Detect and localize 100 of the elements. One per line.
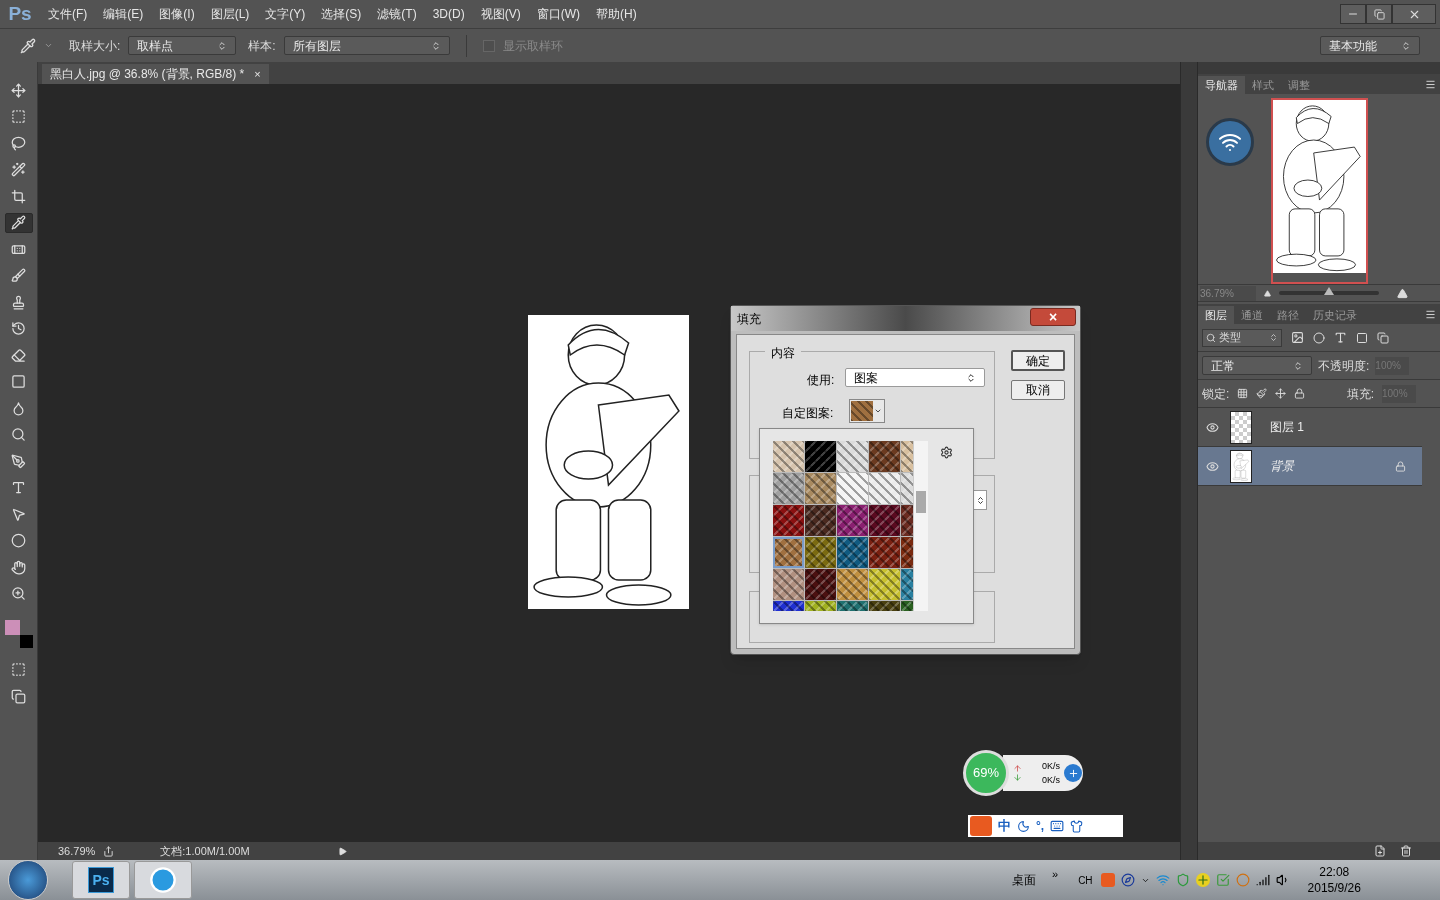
slider-thumb[interactable] [1324,287,1334,295]
minimize-button[interactable] [1340,4,1366,24]
compass-icon[interactable] [1120,873,1135,887]
taskbar-app-button[interactable] [134,861,192,899]
visibility-icon[interactable] [1205,420,1219,434]
plus-icon[interactable] [1195,873,1210,887]
panel-menu-icon[interactable] [1425,79,1436,90]
pattern-swatch[interactable] [805,569,836,600]
adjustment-icon[interactable] [1313,331,1325,344]
move-icon[interactable] [1275,388,1287,399]
clock[interactable]: 22:08 2015/9/26 [1307,864,1361,896]
pattern-swatch[interactable] [805,537,836,568]
tab-close-button[interactable]: × [254,65,261,83]
pattern-swatch[interactable] [869,473,900,504]
cancel-button[interactable]: 取消 [1011,380,1065,400]
pattern-swatch[interactable] [773,537,804,568]
lock-icon[interactable] [1294,388,1306,399]
brush-icon[interactable] [1256,388,1268,399]
scrollbar[interactable] [913,441,928,611]
signal-icon[interactable] [1255,873,1270,887]
caret-icon[interactable] [44,41,53,50]
settings-icon[interactable] [940,446,953,459]
type-icon[interactable] [1334,331,1347,344]
menu-item[interactable]: 窗口(W) [528,5,588,23]
share-icon[interactable] [103,845,115,857]
pattern-picker[interactable] [849,399,885,423]
smart-object-icon[interactable] [1377,331,1389,344]
screen-mode-icon[interactable] [11,689,26,704]
language-indicator[interactable]: CH [1078,872,1093,888]
shirt-icon[interactable] [1070,819,1084,833]
zoom-in-icon[interactable] [1397,287,1408,299]
zoom-out-icon[interactable] [1264,289,1271,297]
pattern-swatch[interactable] [805,441,836,472]
check-icon[interactable] [1215,873,1230,887]
visibility-icon[interactable] [1205,459,1219,473]
new-layer-icon[interactable] [1374,845,1386,857]
moon-icon[interactable] [1017,819,1030,833]
pattern-swatch[interactable] [837,441,868,472]
pattern-swatch[interactable] [869,441,900,472]
pattern-swatch[interactable] [869,537,900,568]
pattern-swatch[interactable] [837,569,868,600]
layer-row[interactable]: 背景 [1198,447,1422,486]
panel-tab[interactable]: 路径 [1270,306,1306,324]
image-icon[interactable] [1291,331,1304,344]
restore-button[interactable] [1366,4,1392,24]
taskbar-app-button[interactable]: Ps [72,861,130,899]
panel-tab[interactable]: 图层 [1198,306,1234,324]
close-button[interactable] [1392,4,1436,24]
pattern-swatch[interactable] [837,473,868,504]
tool-button[interactable] [4,212,33,233]
pattern-swatch[interactable] [773,441,804,472]
panel-tab[interactable]: 样式 [1245,76,1281,94]
keyboard-icon[interactable] [1050,819,1065,833]
layer-filter-select[interactable]: 类型 [1202,328,1282,347]
pattern-swatch[interactable] [869,505,900,536]
workspace-select[interactable]: 基本功能 [1320,36,1420,55]
layer-row[interactable]: 图层 1 [1198,408,1422,447]
pattern-swatch[interactable] [869,569,900,600]
foreground-color-swatch[interactable] [4,620,20,635]
menu-item[interactable]: 滤镜(T) [369,5,425,23]
start-button[interactable] [8,860,48,900]
use-select[interactable]: 图案 [845,368,985,387]
blend-mode-select[interactable]: 正常 [1202,356,1312,375]
sample-size-select[interactable]: 取样点 [128,36,237,55]
quick-mask-icon[interactable] [11,662,26,677]
pattern-swatch[interactable] [773,473,804,504]
panel-tab[interactable]: 通道 [1234,306,1270,324]
lock-pixels-icon[interactable] [1237,388,1249,399]
pattern-swatch[interactable] [837,505,868,536]
punctuation-toggle[interactable]: °, [1036,817,1045,835]
menu-item[interactable]: 图像(I) [151,5,203,23]
play-icon[interactable] [337,846,347,856]
dialog-close-button[interactable]: × [1030,307,1076,326]
ime-mode[interactable]: 中 [998,816,1011,836]
desktop-toolbar-label[interactable]: 桌面 [1012,871,1036,889]
menu-item[interactable]: 图层(L) [202,5,258,23]
eyedropper-icon[interactable] [20,37,36,54]
menu-item[interactable]: 编辑(E) [95,5,152,23]
more-chevron[interactable]: » [1052,865,1059,883]
wifi-button[interactable] [1206,118,1254,166]
pattern-swatch[interactable] [773,505,804,536]
panel-tab[interactable]: 历史记录 [1306,306,1364,324]
panel-tab[interactable]: 调整 [1281,76,1317,94]
document-tab[interactable]: 黑白人.jpg @ 36.8% (背景, RGB/8) * × [42,64,269,84]
add-button[interactable] [1064,764,1082,782]
menu-item[interactable]: 文字(Y) [257,5,314,23]
menu-item[interactable]: 文件(F) [40,5,96,23]
pattern-swatch[interactable] [837,537,868,568]
background-color-swatch[interactable] [19,635,33,648]
panel-menu-icon[interactable] [1425,309,1436,320]
pattern-swatch[interactable] [773,569,804,600]
menu-item[interactable]: 选择(S) [313,5,370,23]
sample-select[interactable]: 所有图层 [283,36,450,55]
pattern-swatch[interactable] [805,473,836,504]
menu-item[interactable]: 视图(V) [472,5,529,23]
menu-item[interactable]: 帮助(H) [588,5,645,23]
ok-button[interactable]: 确定 [1011,350,1065,371]
shape-icon[interactable] [1356,331,1368,344]
pattern-swatch[interactable] [805,505,836,536]
menu-item[interactable]: 3D(D) [424,5,473,23]
